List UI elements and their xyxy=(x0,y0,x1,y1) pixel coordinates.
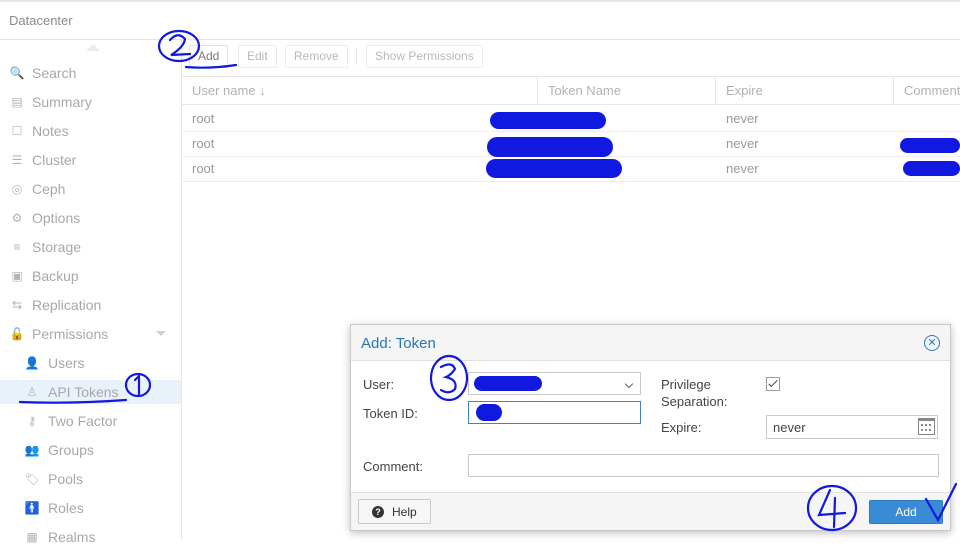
sidebar-item-notes[interactable]: ☐ Notes xyxy=(0,119,181,143)
cell-expire: never xyxy=(726,161,759,176)
sidebar-item-summary[interactable]: ▤ Summary xyxy=(0,90,181,114)
user-icon: 👤 xyxy=(24,356,40,370)
sidebar-item-replication[interactable]: ⇆ Replication xyxy=(0,293,181,317)
privilege-separation-checkbox[interactable] xyxy=(766,377,780,391)
sidebar-item-search[interactable]: 🔍 Search xyxy=(0,61,181,85)
cell-user-name: root xyxy=(192,161,215,176)
sidebar-item-storage[interactable]: ≡ Storage xyxy=(0,235,181,259)
cell-expire: never xyxy=(726,111,759,126)
collapse-arrow-icon[interactable] xyxy=(86,44,100,51)
add-button[interactable]: Add xyxy=(189,45,229,68)
sidebar-item-label: Storage xyxy=(32,239,82,255)
book-icon: ▤ xyxy=(11,95,23,109)
sidebar-item-label: Options xyxy=(32,210,81,226)
sidebar-item-label: Search xyxy=(32,65,77,81)
chevron-down-icon[interactable] xyxy=(156,331,166,336)
sidebar-item-label: Users xyxy=(48,355,85,371)
redaction-mark xyxy=(487,137,613,157)
sidebar-item-api-tokens[interactable]: ♙ API Tokens xyxy=(0,380,181,404)
database-icon: ≡ xyxy=(13,240,21,254)
dialog-footer xyxy=(351,492,950,530)
dialog-add-button[interactable]: Add xyxy=(869,500,943,524)
server-icon: ☰ xyxy=(11,153,23,167)
sidebar-item-options[interactable]: ⚙ Options xyxy=(0,206,181,230)
privilege-separation-label-line2: Separation: xyxy=(661,394,728,409)
edit-button[interactable]: Edit xyxy=(238,45,277,68)
checkmark-icon xyxy=(768,377,778,388)
sidebar-item-label: API Tokens xyxy=(48,384,119,400)
column-header-user-name[interactable]: User name ↓ xyxy=(182,77,538,105)
toolbar-separator xyxy=(356,49,357,65)
dialog-header: Add: Token ✕ xyxy=(351,325,950,361)
toolbar: Add Edit Remove Show Permissions xyxy=(182,40,960,76)
cell-user-name: root xyxy=(192,136,215,151)
column-header-token-name[interactable]: Token Name xyxy=(538,77,716,105)
unlock-icon: 🔓 xyxy=(9,327,25,341)
sidebar-item-label: Groups xyxy=(48,442,94,458)
ceph-icon: ◎ xyxy=(11,182,23,196)
users-icon: 👥 xyxy=(24,443,40,457)
sidebar-item-users[interactable]: 👤 Users xyxy=(0,351,181,375)
sidebar-item-label: Permissions xyxy=(32,326,109,342)
sidebar-item-ceph[interactable]: ◎ Ceph xyxy=(0,177,181,201)
redaction-mark xyxy=(490,112,606,129)
user-outline-icon: ♙ xyxy=(26,385,38,399)
redaction-mark xyxy=(903,161,960,176)
sidebar-item-pools[interactable]: 🏷 Pools xyxy=(0,467,181,491)
sidebar-item-two-factor[interactable]: ⚷ Two Factor xyxy=(0,409,181,433)
key-icon: ⚷ xyxy=(27,414,37,428)
datacenter-title: Datacenter xyxy=(9,13,73,28)
token-grid-header: User name ↓ Token Name Expire Comment xyxy=(182,76,960,105)
dialog-title: Add: Token xyxy=(361,335,436,352)
redaction-mark xyxy=(476,404,502,421)
sidebar-item-cluster[interactable]: ☰ Cluster xyxy=(0,148,181,172)
cell-expire: never xyxy=(726,136,759,151)
sidebar-item-label: Backup xyxy=(32,268,79,284)
user-label: User: xyxy=(363,377,395,392)
close-icon[interactable]: ✕ xyxy=(924,335,940,351)
privilege-separation-label-line1: Privilege xyxy=(661,377,711,392)
search-icon: 🔍 xyxy=(9,66,25,80)
column-header-comment[interactable]: Comment xyxy=(894,77,960,105)
sidebar-item-permissions[interactable]: 🔓 Permissions xyxy=(0,322,181,346)
gear-icon: ⚙ xyxy=(11,211,23,225)
help-button[interactable]: ? Help xyxy=(358,499,431,524)
retweet-icon: ⇆ xyxy=(11,298,23,312)
sidebar-item-label: Realms xyxy=(48,529,96,545)
redaction-mark xyxy=(486,159,622,178)
column-header-expire[interactable]: Expire xyxy=(716,77,894,105)
floppy-icon: ▣ xyxy=(11,269,23,283)
help-button-label: Help xyxy=(392,505,417,519)
redaction-mark xyxy=(900,138,960,153)
sidebar-item-label: Replication xyxy=(32,297,102,313)
sidebar-item-label: Cluster xyxy=(32,152,77,168)
top-bar: Datacenter xyxy=(0,0,960,40)
calendar-icon[interactable] xyxy=(918,418,935,435)
comment-input[interactable] xyxy=(468,454,939,477)
sidebar-item-groups[interactable]: 👥 Groups xyxy=(0,438,181,462)
redaction-mark xyxy=(474,376,542,391)
sidebar-item-label: Pools xyxy=(48,471,84,487)
sidebar-item-roles[interactable]: 🚹 Roles xyxy=(0,496,181,520)
expire-label: Expire: xyxy=(661,420,702,435)
show-permissions-button[interactable]: Show Permissions xyxy=(366,45,483,68)
cell-user-name: root xyxy=(192,111,215,126)
sidebar-item-backup[interactable]: ▣ Backup xyxy=(0,264,181,288)
sidebar-item-label: Ceph xyxy=(32,181,66,197)
sidebar-item-realms[interactable]: ▦ Realms xyxy=(0,525,181,549)
sidebar: 🔍 Search ▤ Summary ☐ Notes ☰ Cluster ◎ C… xyxy=(0,40,182,545)
address-book-icon: ▦ xyxy=(26,530,38,544)
expire-value: never xyxy=(773,420,806,435)
comment-label: Comment: xyxy=(363,459,423,474)
remove-button[interactable]: Remove xyxy=(285,45,348,68)
sidebar-item-label: Summary xyxy=(32,94,92,110)
male-icon: 🚹 xyxy=(24,501,40,515)
token-id-label: Token ID: xyxy=(363,406,418,421)
sidebar-item-label: Roles xyxy=(48,500,84,516)
question-circle-icon: ? xyxy=(372,506,384,518)
notes-icon: ☐ xyxy=(11,124,23,138)
sidebar-item-label: Notes xyxy=(32,123,69,139)
tags-icon: 🏷 xyxy=(24,472,40,486)
sidebar-item-label: Two Factor xyxy=(48,413,118,429)
